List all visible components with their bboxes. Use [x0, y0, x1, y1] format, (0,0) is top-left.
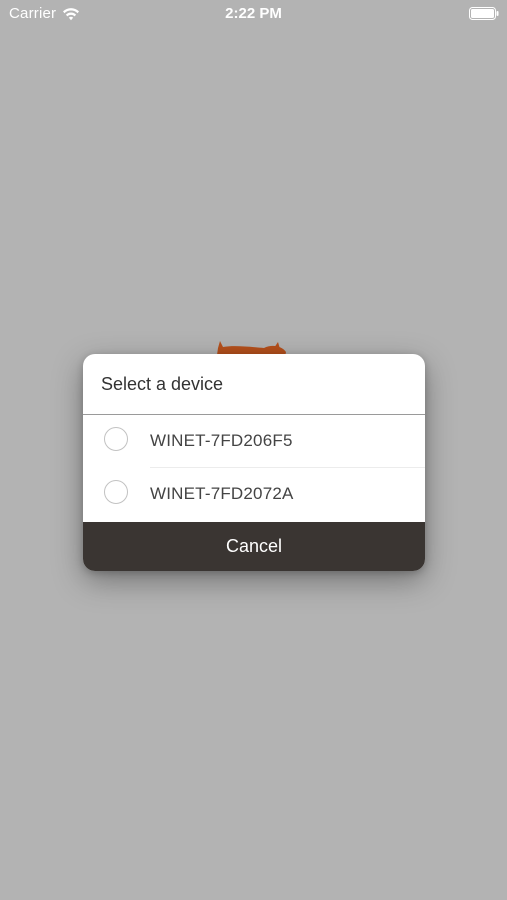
status-bar: Carrier 2:22 PM — [0, 0, 507, 28]
cancel-button[interactable]: Cancel — [83, 522, 425, 571]
device-label: WINET-7FD2072A — [150, 484, 294, 503]
screen: Carrier 2:22 PM Select a device WINET-7F… — [0, 0, 507, 900]
device-option[interactable]: WINET-7FD2072A — [83, 468, 425, 521]
radio-button[interactable] — [104, 427, 128, 451]
battery-icon — [469, 7, 499, 20]
status-time: 2:22 PM — [225, 5, 282, 22]
device-label: WINET-7FD206F5 — [150, 431, 293, 450]
dialog-title: Select a device — [101, 374, 224, 394]
device-option[interactable]: WINET-7FD206F5 — [83, 415, 425, 468]
device-list: WINET-7FD206F5 WINET-7FD2072A — [83, 415, 425, 521]
device-select-dialog: Select a device WINET-7FD206F5 WINET-7FD… — [83, 354, 425, 571]
radio-button[interactable] — [104, 480, 128, 504]
